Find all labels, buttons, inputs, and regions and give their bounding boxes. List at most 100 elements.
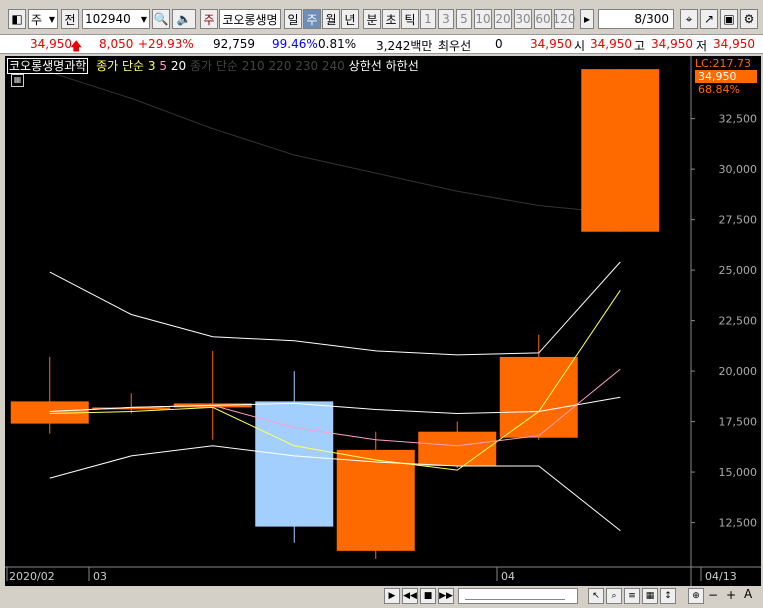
stop-icon[interactable]: ■ — [420, 588, 436, 604]
period-dropdown-value: 주 — [31, 12, 43, 27]
interval-60[interactable]: 60 — [534, 9, 552, 29]
period-tab-5[interactable]: 초 — [382, 9, 400, 29]
period-dropdown[interactable]: 주 ▼ — [28, 9, 58, 29]
x-tick-label: 04 — [501, 570, 515, 583]
price-value: 34,950 — [30, 37, 72, 51]
period-tab-0[interactable]: 일 — [284, 9, 302, 29]
chevron-down-icon: ▼ — [48, 14, 55, 24]
price-chart[interactable]: 12,500 15,000 17,500 20,000 22,500 25,000 27,5… — [5, 56, 761, 586]
ruler-icon[interactable]: ≡ — [624, 588, 640, 604]
toolbar: ◧ 주 ▼ 전 102940 ▼ 🔍 🔈 주 코오롱생명 일주월년분초틱 1 3 5 10… — [0, 0, 763, 34]
stock-code-value: 102940 — [85, 12, 131, 26]
y-tick-label: 22,500 — [719, 315, 758, 328]
legend-limit-down: 하한선 — [385, 59, 419, 73]
legend-ma5: 5 — [159, 59, 168, 73]
legend-stock-name: 코오롱생명과학 — [7, 58, 89, 74]
chart-type-icon[interactable]: ◧ — [8, 9, 26, 29]
y-tick-label: 32,500 — [719, 113, 758, 126]
y-tick-label: 15,000 — [719, 466, 758, 479]
x-tick-label: 04/13 — [705, 570, 737, 583]
zoom-in-icon[interactable]: + — [726, 588, 736, 602]
interval-3[interactable]: 3 — [438, 9, 454, 29]
trend-icon[interactable]: ↗ — [700, 9, 718, 29]
legend-limit-up: 상한선 — [348, 59, 382, 73]
interval-1[interactable]: 1 — [420, 9, 436, 29]
y-tick-label: 25,000 — [719, 264, 758, 277]
search-icon[interactable]: 🔍 — [152, 9, 170, 29]
interval-10[interactable]: 10 — [474, 9, 492, 29]
x-tick-label: 03 — [93, 570, 107, 583]
amount-value: 3,242백만 — [376, 39, 433, 53]
grid-icon[interactable]: ▦ — [642, 588, 658, 604]
candle-body — [499, 356, 578, 438]
speaker-icon[interactable]: 🔈 — [172, 9, 196, 29]
change-pct: +29.93% — [138, 37, 194, 51]
period-tab-1[interactable]: 주 — [303, 9, 321, 29]
lc-label: LC:217.73 — [695, 57, 752, 70]
save-icon[interactable]: ▣ — [720, 9, 738, 29]
count-total: /300 — [642, 12, 669, 26]
open-label: 시 — [574, 39, 586, 53]
high-value: 34,950 — [651, 37, 693, 51]
current-value: 34,950 — [530, 37, 572, 51]
period-tab-4[interactable]: 분 — [363, 9, 381, 29]
x-tick-label: 2020/02 — [9, 570, 55, 583]
series-line — [49, 445, 621, 531]
interval-30[interactable]: 30 — [514, 9, 532, 29]
zoom-out-icon[interactable]: − — [708, 588, 718, 602]
candle-body — [581, 69, 660, 232]
y-tick-label: 20,000 — [719, 365, 758, 378]
grid-toggle-icon[interactable]: ▦ — [11, 74, 24, 87]
low-value: 34,950 — [713, 37, 755, 51]
best-value: 0 — [495, 37, 503, 51]
up-arrow-icon: 🡅 — [70, 39, 83, 53]
pct-label: 68.84% — [698, 83, 740, 96]
current-price-tag: 34,950 — [695, 70, 757, 83]
candle-body — [418, 431, 497, 467]
legend-ma3: 3 — [147, 59, 156, 73]
first-icon[interactable]: ◀◀ — [402, 588, 418, 604]
cursor-icon[interactable]: ↖ — [588, 588, 604, 604]
bottom-nav: ▶ ◀◀ ■ ▶▶ ↖ ⌕ ≡ ▦ ↕ ⊕ − + A — [0, 586, 763, 608]
volume-value: 92,759 — [213, 37, 255, 51]
period-tab-6[interactable]: 틱 — [401, 9, 419, 29]
last-icon[interactable]: ▶▶ — [438, 588, 454, 604]
spin-up-icon[interactable]: ▸ — [580, 9, 594, 29]
legend: 코오롱생명과학 종가 단순 3 5 20 종가 단순 210 220 230 2… — [7, 57, 419, 74]
crosshair-icon[interactable]: ⌖ — [680, 9, 698, 29]
y-tick-label: 27,500 — [719, 214, 758, 227]
stock-name-field: 코오롱생명 — [219, 9, 281, 29]
arrow-icon[interactable]: ↕ — [660, 588, 676, 604]
high-label: 고 — [634, 39, 646, 53]
quote-bar: 34,950 🡅 8,050 +29.93% 92,759 99.46% 0.8… — [0, 34, 763, 54]
y-tick-label: 30,000 — [719, 163, 758, 176]
zoom-slider[interactable] — [458, 588, 578, 604]
scroll-right-icon[interactable]: ▶ — [384, 588, 400, 604]
legend-ma20: 20 — [170, 59, 187, 73]
stock-code-input[interactable]: 102940 ▼ — [82, 9, 150, 29]
best-label: 최우선 — [438, 39, 472, 53]
chart-area[interactable]: 12,500 15,000 17,500 20,000 22,500 25,000 27,5… — [5, 56, 761, 586]
legend-ma-label: 종가 단순 — [96, 59, 145, 73]
volume-ratio: 99.46% — [272, 37, 318, 51]
candle-body — [336, 449, 415, 551]
reset-icon[interactable]: A — [744, 587, 752, 601]
magnify-icon[interactable]: ⌕ — [606, 588, 622, 604]
count-field[interactable]: 8/300 — [598, 9, 674, 29]
turnover-value: 0.81% — [318, 37, 357, 51]
period-tab-2[interactable]: 월 — [322, 9, 340, 29]
gear-icon[interactable]: ⚙ — [740, 9, 758, 29]
y-tick-label: 17,500 — [719, 416, 758, 429]
change-value: 8,050 — [99, 37, 134, 51]
prev-button[interactable]: 전 — [61, 9, 79, 29]
stock-type-badge: 주 — [200, 9, 218, 29]
interval-20[interactable]: 20 — [494, 9, 512, 29]
period-tab-3[interactable]: 년 — [341, 9, 359, 29]
zoom-icon[interactable]: ⊕ — [688, 588, 704, 604]
long-ma-line — [49, 71, 621, 214]
chevron-down-icon: ▼ — [140, 14, 147, 24]
legend-long-ma: 종가 단순 210 220 230 240 — [189, 59, 345, 73]
interval-120[interactable]: 120 — [553, 9, 575, 29]
interval-5[interactable]: 5 — [456, 9, 472, 29]
y-tick-label: 12,500 — [719, 517, 758, 530]
